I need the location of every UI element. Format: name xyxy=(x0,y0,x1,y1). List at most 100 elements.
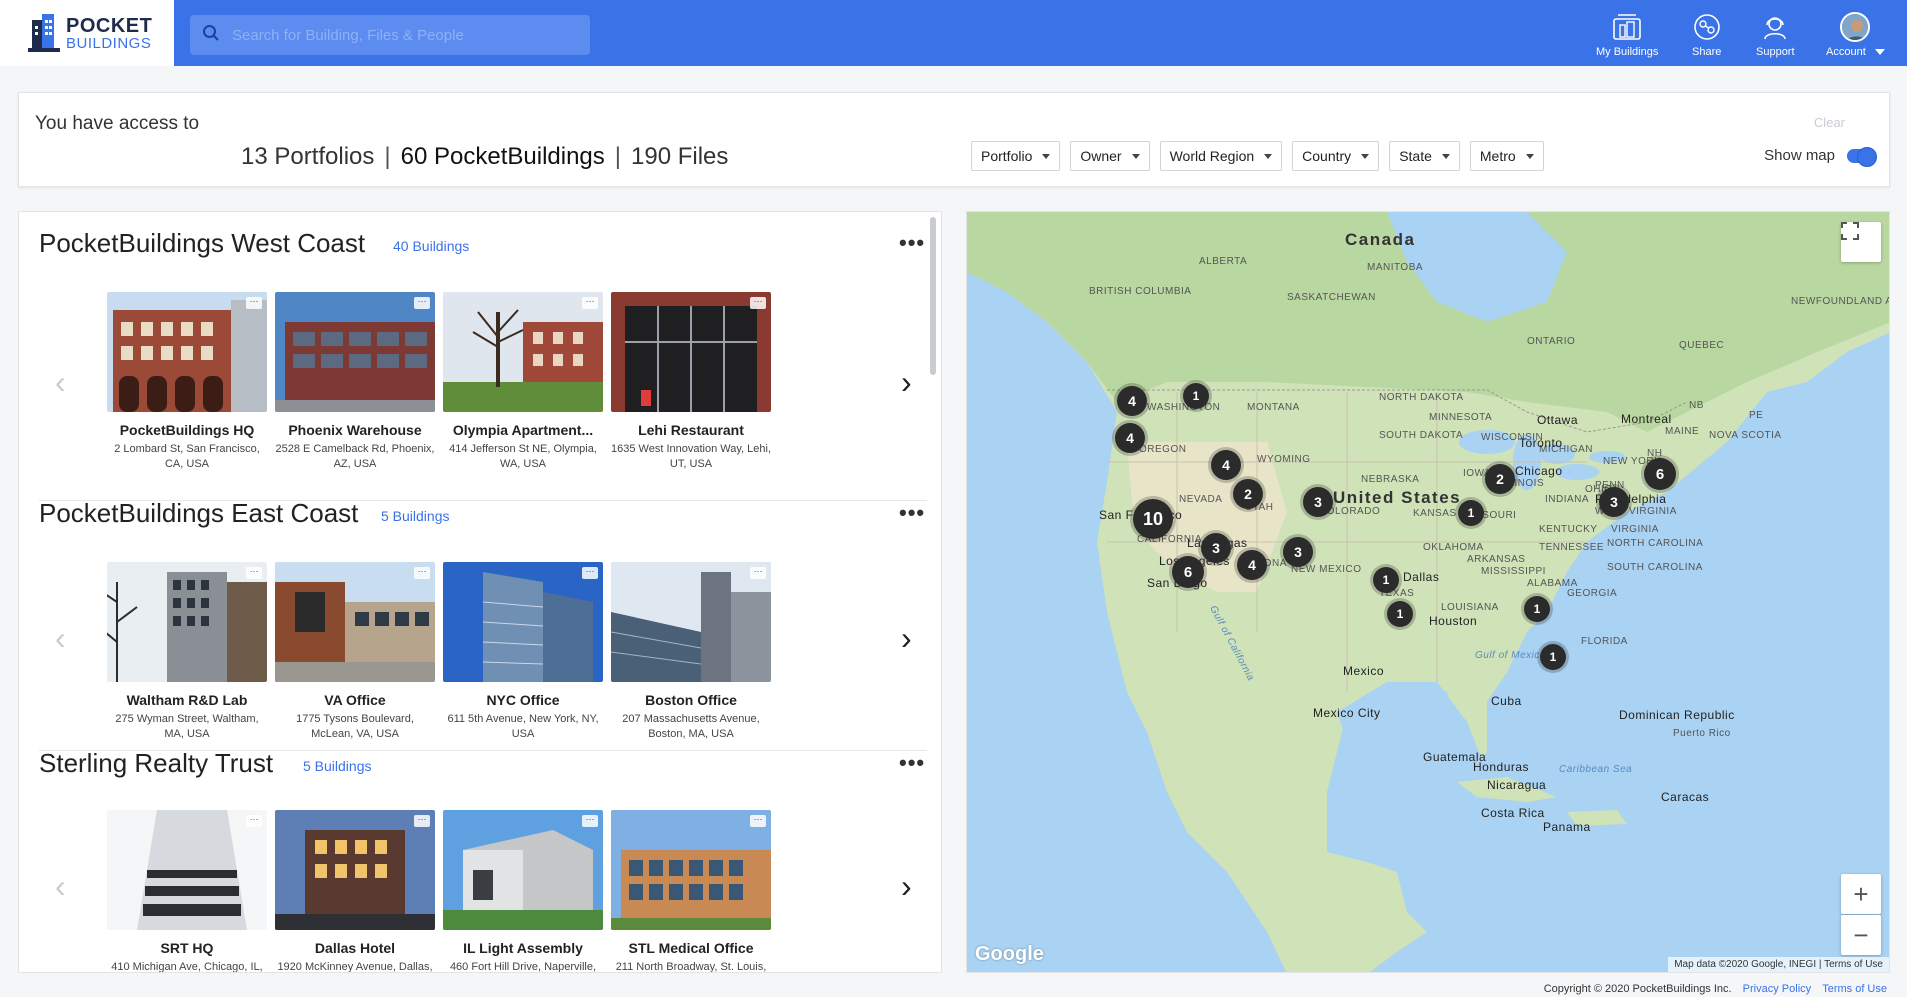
building-card[interactable]: ··· PocketBuildings HQ 2 Lombard St, San… xyxy=(107,292,267,472)
search-bar[interactable] xyxy=(190,15,590,55)
fullscreen-button[interactable] xyxy=(1841,222,1881,262)
building-photo[interactable]: ··· xyxy=(443,810,603,930)
map-cluster-marker[interactable]: 1 xyxy=(1183,383,1209,409)
zoom-in-button[interactable]: + xyxy=(1841,874,1881,914)
building-photo[interactable]: ··· xyxy=(275,562,435,682)
building-photo[interactable]: ··· xyxy=(107,562,267,682)
carousel-prev-arrow[interactable]: ‹ xyxy=(55,868,66,905)
portfolio-building-count[interactable]: 5 Buildings xyxy=(303,758,372,774)
card-menu-icon[interactable]: ··· xyxy=(582,297,598,309)
map-cluster-marker[interactable]: 1 xyxy=(1524,596,1550,622)
building-card[interactable]: ··· SRT HQ 410 Michigan Ave, Chicago, IL… xyxy=(107,810,267,972)
nav-support[interactable]: Support xyxy=(1756,12,1795,58)
card-menu-icon[interactable]: ··· xyxy=(246,815,262,827)
building-card[interactable]: ··· Dallas Hotel 1920 McKinney Avenue, D… xyxy=(275,810,435,972)
filter-country[interactable]: Country xyxy=(1292,141,1380,171)
search-input[interactable] xyxy=(232,26,572,44)
carousel-next-arrow[interactable]: › xyxy=(901,868,912,905)
building-name[interactable]: Waltham R&D Lab xyxy=(107,692,267,708)
building-name[interactable]: IL Light Assembly xyxy=(443,940,603,956)
card-menu-icon[interactable]: ··· xyxy=(246,297,262,309)
map-attribution[interactable]: Map data ©2020 Google, INEGI | Terms of … xyxy=(1668,957,1889,972)
buildings-map[interactable]: Canada United States Mexico ALBERTA MANI… xyxy=(966,211,1890,973)
portfolio-title[interactable]: Sterling Realty Trust xyxy=(39,748,273,779)
building-card[interactable]: ··· Waltham R&D Lab 275 Wyman Street, Wa… xyxy=(107,562,267,742)
building-photo[interactable]: ··· xyxy=(107,292,267,412)
map-cluster-marker[interactable]: 2 xyxy=(1485,464,1515,494)
building-name[interactable]: Phoenix Warehouse xyxy=(275,422,435,438)
building-name[interactable]: PocketBuildings HQ xyxy=(107,422,267,438)
building-name[interactable]: VA Office xyxy=(275,692,435,708)
portfolio-more-menu-icon[interactable]: ••• xyxy=(899,230,925,256)
map-cluster-marker[interactable]: 3 xyxy=(1201,533,1231,563)
card-menu-icon[interactable]: ··· xyxy=(750,567,766,579)
scrollbar-thumb[interactable] xyxy=(930,217,936,375)
building-card[interactable]: ··· NYC Office 611 5th Avenue, New York,… xyxy=(443,562,603,742)
building-name[interactable]: Dallas Hotel xyxy=(275,940,435,956)
building-photo[interactable]: ··· xyxy=(611,292,771,412)
card-menu-icon[interactable]: ··· xyxy=(750,815,766,827)
nav-my-buildings[interactable]: My Buildings xyxy=(1596,12,1658,58)
list-scrollbar[interactable] xyxy=(928,211,938,971)
card-menu-icon[interactable]: ··· xyxy=(414,297,430,309)
carousel-next-arrow[interactable]: › xyxy=(901,620,912,657)
carousel-prev-arrow[interactable]: ‹ xyxy=(55,620,66,657)
building-photo[interactable]: ··· xyxy=(107,810,267,930)
nav-share[interactable]: Share xyxy=(1692,12,1721,58)
portfolio-more-menu-icon[interactable]: ••• xyxy=(899,500,925,526)
portfolio-title[interactable]: PocketBuildings West Coast xyxy=(39,228,365,259)
building-photo[interactable]: ··· xyxy=(443,562,603,682)
privacy-policy-link[interactable]: Privacy Policy xyxy=(1743,983,1811,995)
building-name[interactable]: STL Medical Office xyxy=(611,940,771,956)
carousel-next-arrow[interactable]: › xyxy=(901,364,912,401)
map-cluster-marker[interactable]: 4 xyxy=(1115,423,1145,453)
building-count[interactable]: 60 PocketBuildings xyxy=(401,143,605,170)
card-menu-icon[interactable]: ··· xyxy=(414,815,430,827)
building-name[interactable]: Olympia Apartment... xyxy=(443,422,603,438)
building-name[interactable]: Boston Office xyxy=(611,692,771,708)
map-cluster-marker[interactable]: 6 xyxy=(1644,458,1676,490)
carousel-prev-arrow[interactable]: ‹ xyxy=(55,364,66,401)
clear-filters-link[interactable]: Clear xyxy=(1814,115,1845,130)
map-cluster-marker[interactable]: 1 xyxy=(1540,644,1566,670)
building-card[interactable]: ··· Olympia Apartment... 414 Jefferson S… xyxy=(443,292,603,472)
building-name[interactable]: Lehi Restaurant xyxy=(611,422,771,438)
portfolio-count[interactable]: 13 Portfolios xyxy=(241,143,374,170)
filter-state[interactable]: State xyxy=(1389,141,1460,171)
map-cluster-marker[interactable]: 4 xyxy=(1117,386,1147,416)
building-card[interactable]: ··· Boston Office 207 Massachusetts Aven… xyxy=(611,562,771,742)
building-photo[interactable]: ··· xyxy=(275,292,435,412)
filter-owner[interactable]: Owner xyxy=(1070,141,1150,171)
zoom-out-button[interactable]: − xyxy=(1841,915,1881,955)
building-photo[interactable]: ··· xyxy=(611,562,771,682)
building-name[interactable]: SRT HQ xyxy=(107,940,267,956)
show-map-toggle[interactable] xyxy=(1847,146,1877,167)
building-card[interactable]: ··· VA Office 1775 Tysons Boulevard, McL… xyxy=(275,562,435,742)
filter-metro[interactable]: Metro xyxy=(1469,141,1544,171)
building-photo[interactable]: ··· xyxy=(611,810,771,930)
map-cluster-marker[interactable]: 10 xyxy=(1133,499,1173,539)
card-menu-icon[interactable]: ··· xyxy=(414,567,430,579)
map-cluster-marker[interactable]: 1 xyxy=(1373,567,1399,593)
map-cluster-marker[interactable]: 3 xyxy=(1283,537,1313,567)
map-cluster-marker[interactable]: 4 xyxy=(1211,450,1241,480)
nav-account[interactable]: Account xyxy=(1826,12,1885,58)
building-card[interactable]: ··· IL Light Assembly 460 Fort Hill Driv… xyxy=(443,810,603,972)
terms-of-use-link[interactable]: Terms of Use xyxy=(1822,983,1887,995)
card-menu-icon[interactable]: ··· xyxy=(582,567,598,579)
map-cluster-marker[interactable]: 3 xyxy=(1599,487,1629,517)
building-name[interactable]: NYC Office xyxy=(443,692,603,708)
filter-portfolio[interactable]: Portfolio xyxy=(971,141,1061,171)
map-cluster-marker[interactable]: 4 xyxy=(1237,550,1267,580)
map-cluster-marker[interactable]: 1 xyxy=(1387,601,1413,627)
portfolio-title[interactable]: PocketBuildings East Coast xyxy=(39,498,358,529)
building-card[interactable]: ··· Lehi Restaurant 1635 West Innovation… xyxy=(611,292,771,472)
portfolio-building-count[interactable]: 40 Buildings xyxy=(393,238,469,254)
building-card[interactable]: ··· STL Medical Office 211 North Broadwa… xyxy=(611,810,771,972)
map-cluster-marker[interactable]: 3 xyxy=(1303,487,1333,517)
building-photo[interactable]: ··· xyxy=(443,292,603,412)
file-count[interactable]: 190 Files xyxy=(631,143,728,170)
logo[interactable]: POCKET BUILDINGS xyxy=(0,0,174,66)
portfolio-more-menu-icon[interactable]: ••• xyxy=(899,750,925,776)
filter-world-region[interactable]: World Region xyxy=(1159,141,1283,171)
